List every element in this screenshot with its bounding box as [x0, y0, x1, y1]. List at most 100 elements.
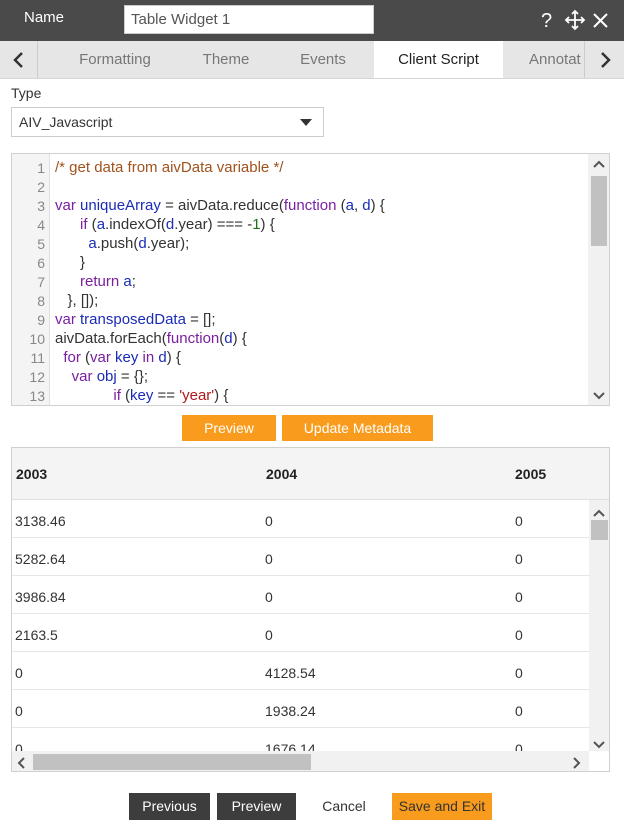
table-cell: 0 [515, 589, 523, 605]
chevron-down-icon [300, 119, 312, 126]
code-token: = {}; [116, 368, 149, 385]
name-label: Name [24, 9, 65, 26]
code-line[interactable]: if (a.indexOf(d.year) === -1) { [55, 216, 275, 233]
line-number: 4 [37, 217, 45, 233]
code-token: a [123, 273, 132, 290]
code-token: d [158, 349, 167, 366]
type-label: Type [11, 85, 42, 101]
code-token: return [80, 273, 120, 290]
chevron-right-icon [600, 52, 611, 68]
table-cell: 3138.46 [15, 513, 66, 529]
code-token: } [55, 254, 86, 271]
scroll-down-icon[interactable] [593, 736, 605, 752]
code-line[interactable]: aivData.forEach(function(d) { [55, 330, 247, 347]
code-token: for [63, 349, 81, 366]
code-token: var [55, 197, 81, 214]
previous-button[interactable]: Previous [129, 793, 210, 820]
table-cell: 0 [15, 703, 23, 719]
code-token: ) { [166, 349, 181, 366]
code-token: ) { [260, 216, 275, 233]
type-select[interactable]: AIV_Javascript [11, 107, 324, 137]
line-number: 12 [29, 369, 45, 385]
cancel-button[interactable]: Cancel [304, 793, 384, 820]
code-token: key [130, 387, 154, 404]
column-header[interactable]: 2004 [266, 466, 297, 482]
table-hscroll-thumb[interactable] [33, 754, 311, 770]
code-token: .indexOf( [105, 216, 166, 233]
preview-table: 2003 2004 2005 3138.46 0 0 5282.64 0 0 3986.84… [11, 447, 610, 772]
scroll-left-icon[interactable] [17, 756, 25, 771]
table-row[interactable]: 3138.46 0 0 [12, 500, 589, 538]
table-row[interactable]: 0 1938.24 0 [12, 690, 589, 728]
tab-scroll-left-button[interactable] [0, 41, 38, 78]
table-cell: 0 [265, 513, 273, 529]
scroll-right-icon[interactable] [573, 756, 581, 771]
editor-scroll-thumb[interactable] [591, 176, 607, 246]
code-line[interactable]: var obj = {}; [55, 368, 148, 385]
preview-script-button[interactable]: Preview [182, 415, 276, 441]
code-token: .year) === - [174, 216, 253, 233]
tab-theme[interactable]: Theme [192, 41, 260, 78]
code-line[interactable]: var transposedData = []; [55, 311, 216, 328]
code-token: a [88, 235, 97, 252]
code-token: ; [131, 273, 136, 290]
code-token: a [96, 216, 106, 233]
code-token: }, []); [55, 292, 99, 309]
column-header[interactable]: 2003 [16, 466, 47, 482]
code-token: ) { [370, 197, 385, 214]
code-token: ( [80, 349, 91, 366]
table-cell: 0 [515, 513, 523, 529]
tab-annotations[interactable]: Annotat [503, 41, 584, 78]
chevron-left-icon [12, 52, 23, 68]
code-token: .year); [146, 235, 190, 252]
table-vertical-scrollbar[interactable] [589, 500, 609, 752]
code-line[interactable]: a.push(d.year); [55, 235, 189, 252]
code-line[interactable]: }, []); [55, 292, 99, 309]
tab-events[interactable]: Events [260, 41, 386, 78]
scroll-up-icon[interactable] [592, 158, 606, 170]
code-line[interactable]: /* get data from aivData variable */ [55, 159, 283, 176]
table-cell: 0 [265, 551, 273, 567]
table-row[interactable]: 2163.5 0 0 [12, 614, 589, 652]
table-header: 2003 2004 2005 [12, 448, 609, 500]
column-header[interactable]: 2005 [515, 466, 546, 482]
code-token: .push( [96, 235, 139, 252]
code-token: function [283, 197, 337, 214]
table-scroll-thumb[interactable] [591, 520, 608, 540]
preview-button[interactable]: Preview [217, 793, 296, 820]
code-token: = aivData.reduce( [160, 197, 284, 214]
code-token: in [138, 349, 159, 366]
close-icon[interactable] [590, 8, 612, 32]
move-icon[interactable] [564, 8, 586, 32]
save-and-exit-button[interactable]: Save and Exit [392, 793, 492, 820]
scroll-up-icon[interactable] [593, 504, 605, 520]
code-editor[interactable]: 1 2 3 4 5 6 7 8 9 10 11 12 13 /* get data from aivDa… [11, 153, 610, 406]
code-token: var [71, 368, 97, 385]
code-token: if [113, 387, 121, 404]
update-metadata-button[interactable]: Update Metadata [282, 415, 433, 441]
code-token: if [80, 216, 88, 233]
code-line[interactable]: for (var key in d) { [55, 349, 181, 366]
editor-vertical-scrollbar[interactable] [588, 154, 609, 405]
table-row[interactable]: 0 4128.54 0 [12, 652, 589, 690]
code-line[interactable]: return a; [55, 273, 136, 290]
tab-scroll-right-button[interactable] [584, 41, 624, 78]
table-row[interactable]: 3986.84 0 0 [12, 576, 589, 614]
code-line[interactable]: } [55, 254, 85, 271]
table-cell: 4128.54 [265, 665, 316, 681]
help-icon[interactable]: ? [538, 8, 560, 32]
line-number: 6 [37, 255, 45, 271]
code-line[interactable]: if (key == 'year') { [55, 387, 228, 404]
table-row[interactable]: 5282.64 0 0 [12, 538, 589, 576]
widget-name-input[interactable] [124, 5, 374, 34]
line-number: 9 [37, 312, 45, 328]
code-token: = []; [185, 311, 216, 328]
code-line[interactable]: var uniqueArray = aivData.reduce(functio… [55, 197, 385, 214]
table-horizontal-scrollbar[interactable] [12, 751, 589, 771]
scroll-down-icon[interactable] [592, 390, 606, 402]
tab-formatting[interactable]: Formatting [38, 41, 192, 78]
line-number: 7 [37, 274, 45, 290]
table-cell: 2163.5 [15, 627, 58, 643]
tab-client-script[interactable]: Client Script [374, 41, 503, 78]
